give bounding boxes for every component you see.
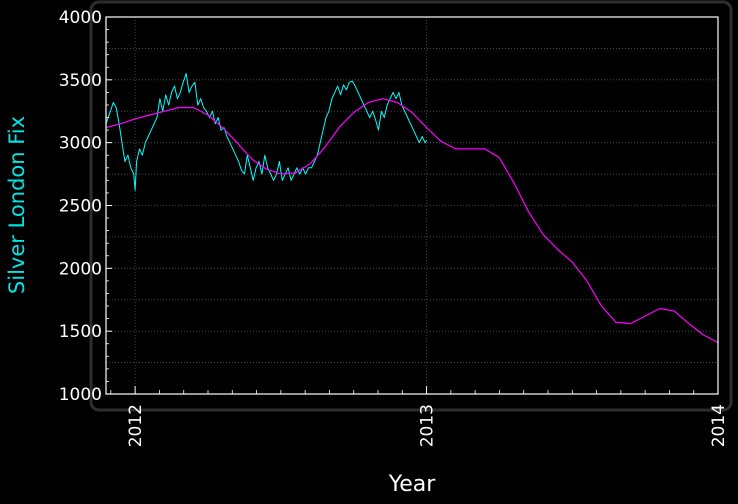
x-tick-label: 2014 <box>709 404 729 447</box>
panel-frame <box>89 0 733 412</box>
y-tick-label: 1000 <box>59 385 102 405</box>
y-axis-label: Silver London Fix <box>5 116 29 294</box>
x-tick-label: 2012 <box>126 404 146 447</box>
x-axis-label: Year <box>388 472 437 497</box>
y-tick-label: 2000 <box>59 259 102 279</box>
chart: 1000 1500 2000 2500 3000 3500 4000 2012 2013 2014… <box>5 0 733 497</box>
x-tick-label: 2013 <box>418 404 438 447</box>
y-tick-label: 3000 <box>59 134 102 154</box>
y-tick-label: 2500 <box>59 197 102 217</box>
y-tick-label: 4000 <box>59 8 102 28</box>
y-tick-label: 1500 <box>59 322 102 342</box>
y-tick-label: 3500 <box>59 71 102 91</box>
